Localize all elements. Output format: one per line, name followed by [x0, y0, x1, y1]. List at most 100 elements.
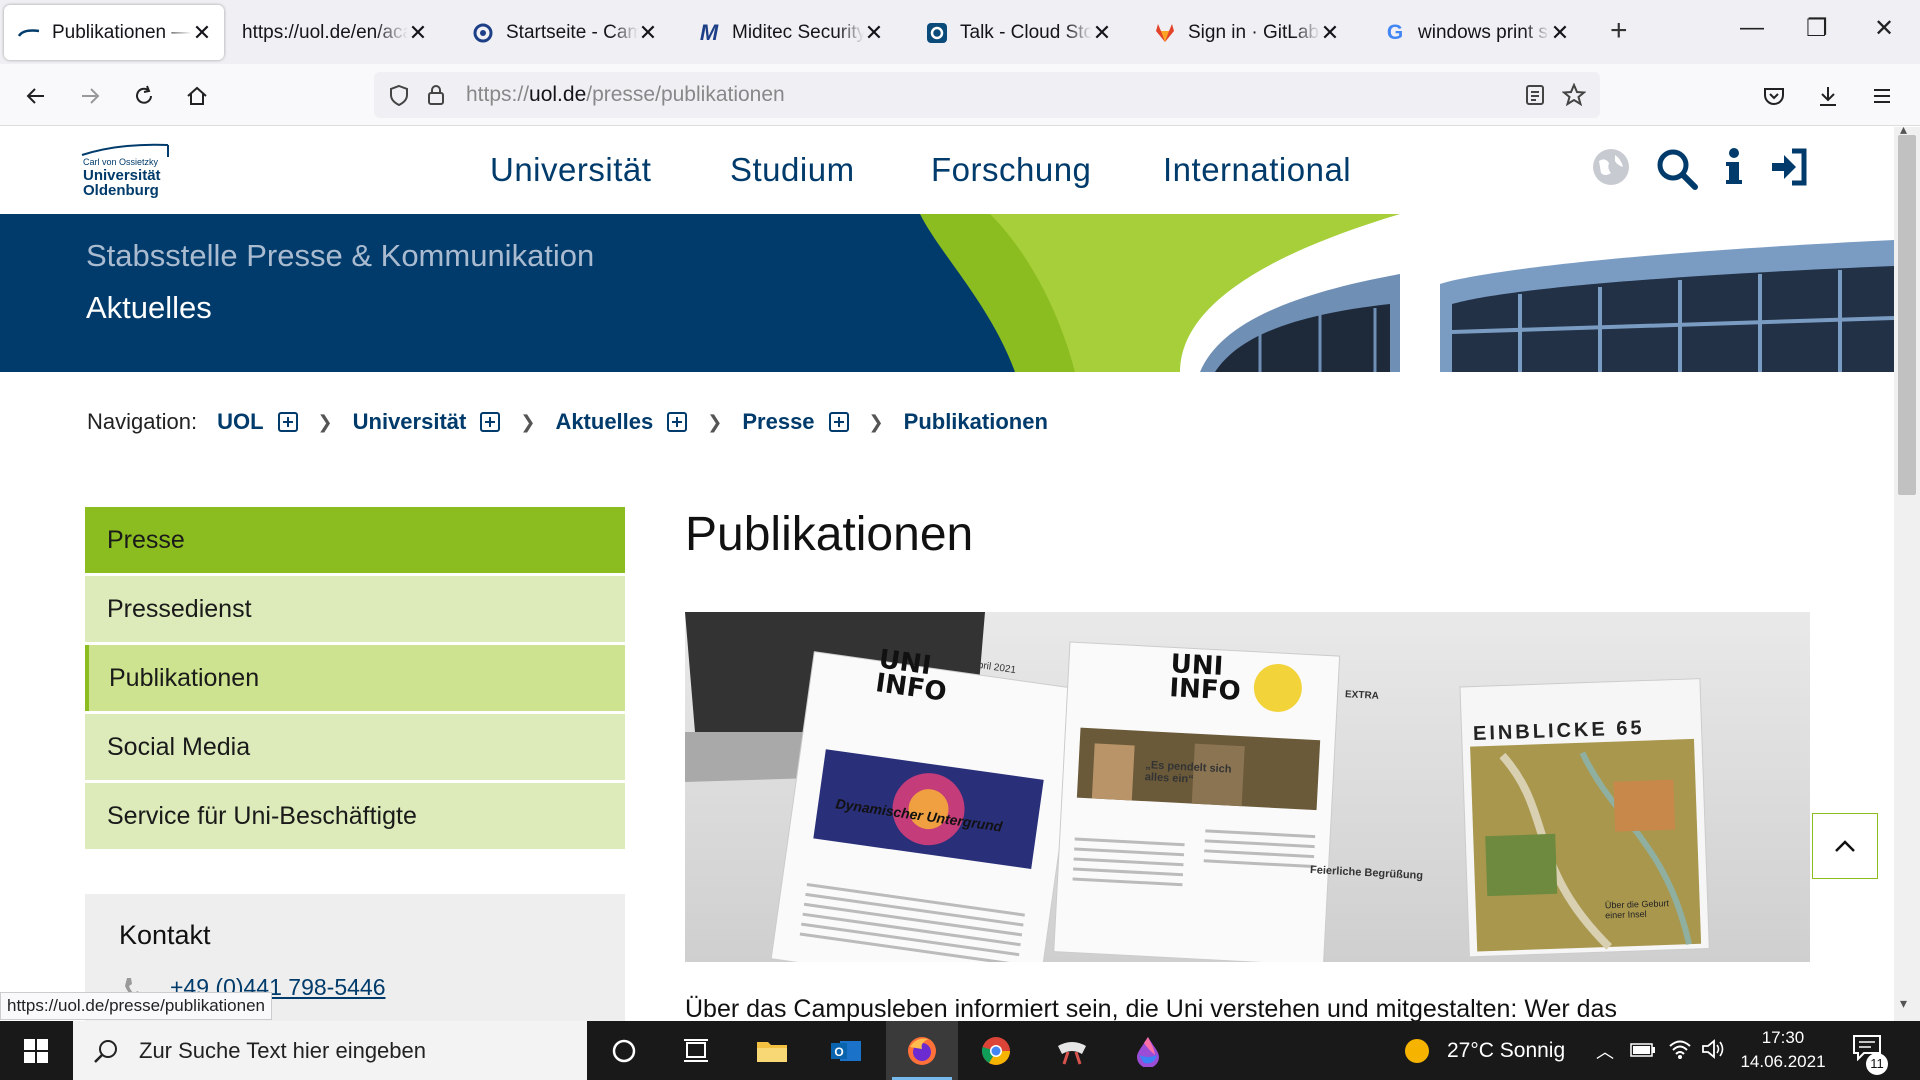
chevron-right-icon: ❯	[868, 411, 884, 432]
chevron-right-icon: ❯	[317, 411, 333, 432]
uol-favicon-icon	[18, 22, 40, 44]
mag2-title: UNI INFO	[1168, 649, 1242, 707]
tray-expand-chevron-icon[interactable]: ︿	[1596, 1021, 1614, 1080]
expand-plus-icon[interactable]	[667, 412, 688, 432]
reload-icon	[136, 85, 152, 104]
pocket-icon	[1764, 88, 1784, 105]
nav-international[interactable]: International	[1163, 151, 1351, 189]
sidebar-item-service[interactable]: Service für Uni-Beschäftigte	[85, 783, 625, 849]
expand-plus-icon[interactable]	[480, 412, 501, 432]
nextcloud-favicon-icon	[926, 22, 948, 44]
page-scrollbar[interactable]: ▴ ▾	[1894, 121, 1920, 1021]
back-button[interactable]	[16, 76, 56, 116]
firefox-button[interactable]	[886, 1021, 958, 1080]
cortana-button[interactable]	[588, 1021, 660, 1080]
lock-icon[interactable]	[426, 83, 446, 107]
breadcrumb-universitaet[interactable]: Universität	[353, 409, 467, 435]
battery-icon[interactable]	[1630, 1041, 1656, 1059]
tab-talk[interactable]: Talk - Cloud Storage ✕	[912, 5, 1124, 60]
chevron-up-icon	[1835, 840, 1855, 852]
shield-icon[interactable]	[388, 84, 410, 106]
expand-plus-icon[interactable]	[277, 412, 298, 432]
taskbar-clock[interactable]: 17:30 14.06.2021	[1728, 1026, 1838, 1074]
tab-google[interactable]: G windows print screen ✕	[1370, 5, 1582, 60]
menu-button[interactable]	[1862, 76, 1902, 116]
tab-campus[interactable]: Startseite - Campus ✕	[458, 5, 670, 60]
web-page: Carl von Ossietzky Universität Oldenburg…	[0, 127, 1894, 1021]
taskbar-search-box[interactable]: Zur Suche Text hier eingeben	[73, 1021, 587, 1080]
windows-taskbar: Zur Suche Text hier eingeben O 27°C Sonn…	[0, 1021, 1920, 1080]
nav-forschung[interactable]: Forschung	[931, 151, 1091, 189]
search-icon[interactable]	[1655, 147, 1699, 191]
new-tab-button[interactable]: +	[1610, 14, 1628, 48]
tab-publikationen[interactable]: Publikationen — C ✕	[4, 5, 224, 60]
status-link-preview: https://uol.de/presse/publikationen	[0, 992, 273, 1020]
back-to-top-button[interactable]	[1812, 813, 1878, 879]
tab-uol-en[interactable]: https://uol.de/en/acad ✕	[228, 5, 440, 60]
close-tab-icon[interactable]: ✕	[1092, 20, 1112, 46]
nav-universitaet[interactable]: Universität	[490, 151, 651, 189]
weather-widget[interactable]: 27°C Sonnig	[1403, 1021, 1565, 1080]
scrollbar-thumb[interactable]	[1898, 135, 1916, 495]
reader-view-icon[interactable]	[1524, 84, 1546, 106]
site-header: Carl von Ossietzky Universität Oldenburg…	[0, 127, 1894, 214]
forward-button[interactable]	[70, 76, 110, 116]
close-tab-icon[interactable]: ✕	[1320, 20, 1340, 46]
breadcrumb-aktuelles[interactable]: Aktuelles	[555, 409, 653, 435]
url-bar[interactable]: https://uol.de/presse/publikationen	[374, 72, 1600, 118]
close-tab-icon[interactable]: ✕	[638, 20, 658, 46]
tab-gitlab[interactable]: Sign in · GitLab ✕	[1140, 5, 1352, 60]
home-icon	[187, 86, 207, 105]
back-arrow-icon	[26, 88, 44, 104]
speaker-icon[interactable]	[1701, 1038, 1725, 1060]
kontakt-heading: Kontakt	[119, 920, 211, 950]
minimize-window-icon[interactable]: —	[1740, 14, 1764, 42]
uol-logo[interactable]: Carl von Ossietzky Universität Oldenburg	[80, 141, 170, 199]
cortana-circle-icon	[612, 1039, 636, 1062]
close-tab-icon[interactable]: ✕	[1550, 20, 1570, 46]
home-button[interactable]	[177, 76, 217, 116]
snipping-tool-button[interactable]	[1036, 1021, 1108, 1080]
login-icon[interactable]	[1770, 147, 1810, 187]
downloads-button[interactable]	[1808, 76, 1848, 116]
mag3-caption: Über die Geburt einer Insel	[1604, 898, 1670, 921]
language-globe-icon[interactable]	[1591, 147, 1631, 187]
breadcrumb-publikationen[interactable]: Publikationen	[904, 409, 1048, 435]
expand-plus-icon[interactable]	[828, 412, 849, 432]
restore-window-icon[interactable]: ❐	[1806, 14, 1828, 43]
close-tab-icon[interactable]: ✕	[864, 20, 884, 46]
info-icon[interactable]	[1722, 147, 1746, 191]
tab-miditec[interactable]: M Miditec Security Syst ✕	[684, 5, 896, 60]
wifi-icon[interactable]	[1668, 1038, 1692, 1060]
hamburger-menu-icon	[1874, 89, 1890, 103]
bookmark-star-icon[interactable]	[1562, 83, 1586, 107]
campus-favicon-icon	[472, 22, 494, 44]
sidebar-item-presse[interactable]: Presse	[85, 507, 625, 573]
breadcrumb-presse[interactable]: Presse	[742, 409, 814, 435]
reload-button[interactable]	[124, 76, 164, 116]
close-tab-icon[interactable]: ✕	[408, 20, 428, 46]
sidebar-item-pressedienst[interactable]: Pressedienst	[85, 576, 625, 642]
sidebar-item-publikationen[interactable]: Publikationen	[85, 645, 625, 711]
miditec-favicon-icon: M	[699, 19, 719, 45]
scroll-up-arrow-icon[interactable]: ▴	[1900, 121, 1907, 138]
url-text[interactable]: https://uol.de/presse/publikationen	[466, 83, 785, 107]
windows-logo-icon	[24, 1038, 48, 1063]
file-explorer-button[interactable]	[736, 1021, 808, 1080]
nav-studium[interactable]: Studium	[730, 151, 855, 189]
sidebar-item-social-media[interactable]: Social Media	[85, 714, 625, 780]
start-button[interactable]	[0, 1021, 72, 1080]
task-view-button[interactable]	[660, 1021, 732, 1080]
notification-center-button[interactable]: 11	[1852, 1033, 1892, 1075]
breadcrumb-uol[interactable]: UOL	[217, 409, 263, 435]
close-tab-icon[interactable]: ✕	[192, 20, 212, 46]
outlook-button[interactable]: O	[810, 1021, 882, 1080]
chrome-button[interactable]	[960, 1021, 1032, 1080]
paint-drop-icon	[1137, 1036, 1159, 1067]
close-window-icon[interactable]: ✕	[1874, 14, 1894, 43]
chevron-right-icon: ❯	[707, 411, 723, 432]
scroll-down-arrow-icon[interactable]: ▾	[1900, 995, 1907, 1012]
paint-app-button[interactable]	[1112, 1021, 1184, 1080]
pocket-button[interactable]	[1754, 76, 1794, 116]
sun-icon	[1405, 1038, 1429, 1063]
